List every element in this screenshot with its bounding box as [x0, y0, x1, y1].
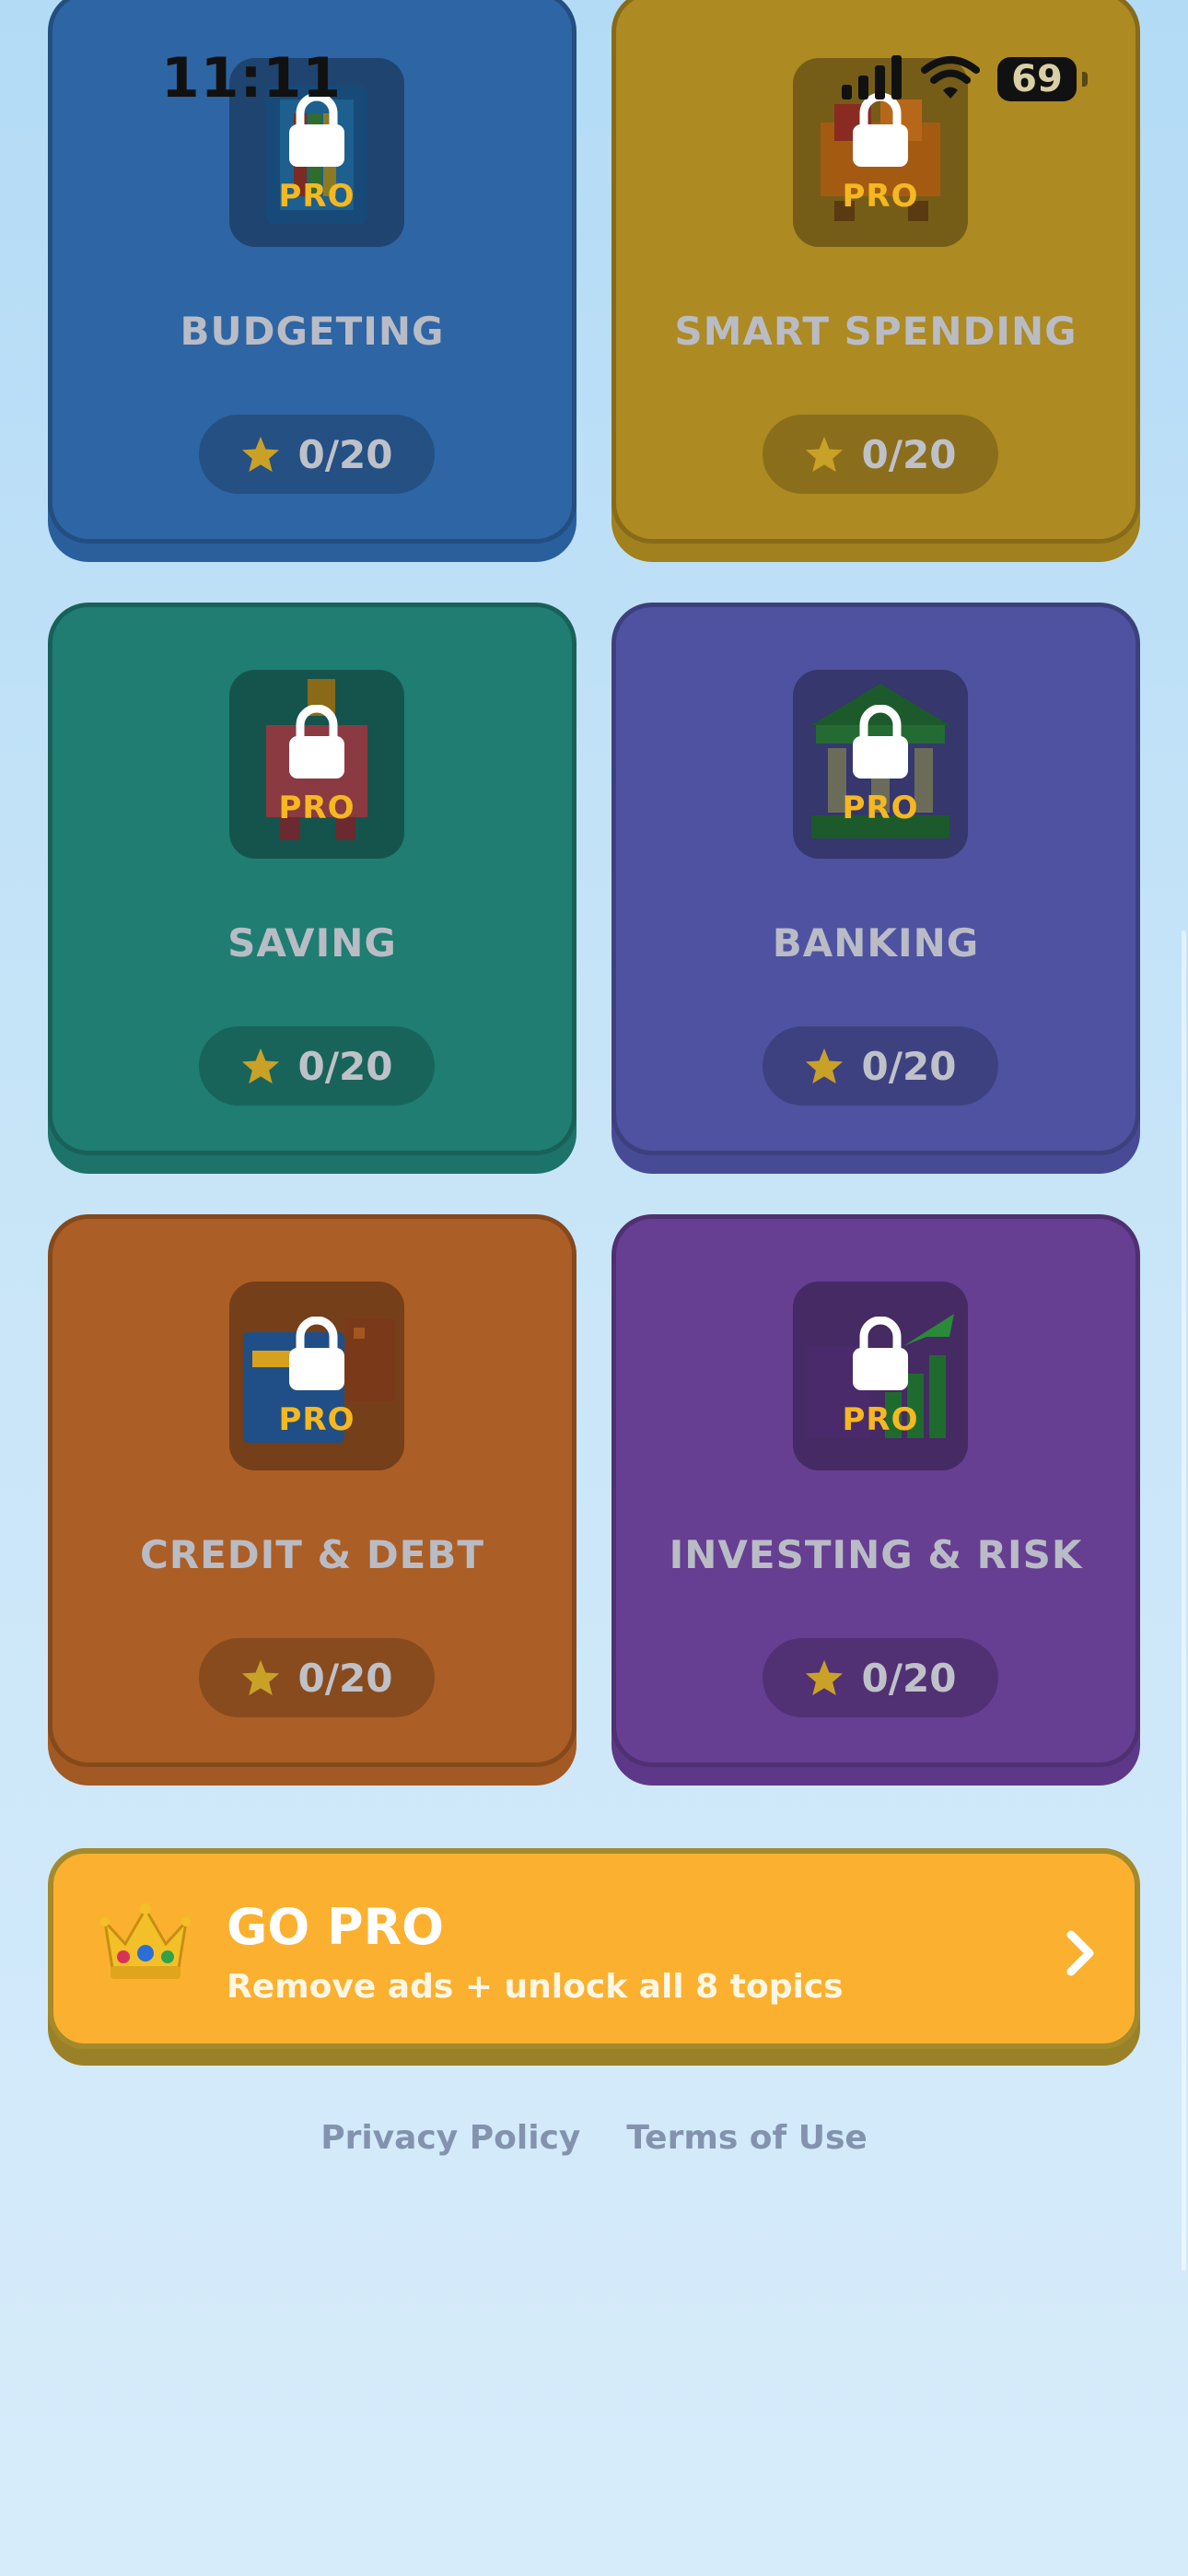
score-pill: 0/20 [199, 1638, 435, 1717]
chevron-right-icon [1066, 1930, 1094, 1976]
score-pill: 0/20 [763, 1638, 998, 1717]
pro-badge: PRO [842, 790, 919, 826]
pro-badge: PRO [278, 1401, 355, 1438]
star-icon [806, 436, 844, 473]
crown-icon [100, 1903, 191, 1979]
star-icon [806, 1048, 844, 1084]
topic-card-credit-debt[interactable]: PRO CREDIT & DEBT 0/20 [48, 1214, 577, 1767]
pro-badge: PRO [842, 1401, 919, 1438]
topic-title: CREDIT & DEBT [139, 1532, 485, 1577]
terms-of-use-link[interactable]: Terms of Use [626, 2119, 867, 2157]
lock-icon [853, 705, 908, 779]
topic-image: PRO [229, 58, 404, 247]
topic-image: PRO [229, 670, 404, 859]
star-icon [242, 1659, 280, 1696]
star-icon [806, 1659, 844, 1696]
privacy-policy-link[interactable]: Privacy Policy [320, 2119, 580, 2157]
pro-badge: PRO [278, 790, 355, 826]
score-value: 0/20 [297, 1655, 393, 1701]
score-pill: 0/20 [199, 1026, 435, 1106]
topic-card-budgeting[interactable]: PRO BUDGETING 0/20 [48, 0, 577, 544]
lock-icon [289, 705, 344, 779]
scrollbar[interactable] [1182, 931, 1186, 2271]
score-value: 0/20 [297, 431, 393, 477]
topic-card-investing-risk[interactable]: PRO INVESTING & RISK 0/20 [611, 1214, 1140, 1767]
topic-card-banking[interactable]: PRO BANKING 0/20 [611, 603, 1140, 1155]
score-pill: 0/20 [763, 1026, 998, 1106]
topic-image: PRO [229, 1282, 404, 1470]
lock-icon [289, 93, 344, 167]
topic-image: PRO [793, 670, 968, 859]
score-pill: 0/20 [763, 415, 998, 494]
topic-card-smart-spending[interactable]: PRO SMART SPENDING 0/20 [611, 0, 1140, 544]
star-icon [242, 436, 280, 473]
topic-title: BUDGETING [180, 309, 445, 354]
score-value: 0/20 [861, 1655, 957, 1701]
go-pro-button[interactable]: GO PRO Remove ads + unlock all 8 topics [48, 1848, 1140, 2049]
star-icon [242, 1048, 280, 1084]
lock-icon [853, 93, 908, 167]
topic-title: BANKING [772, 920, 980, 966]
lock-icon [289, 1317, 344, 1390]
topic-image: PRO [793, 58, 968, 247]
pro-badge: PRO [842, 178, 919, 215]
go-pro-subtitle: Remove ads + unlock all 8 topics [227, 1968, 844, 2006]
topic-card-saving[interactable]: PRO SAVING 0/20 [48, 603, 577, 1155]
topic-title: INVESTING & RISK [669, 1532, 1083, 1577]
score-value: 0/20 [297, 1043, 393, 1089]
topic-title: SAVING [227, 920, 397, 966]
lock-icon [853, 1317, 908, 1390]
score-pill: 0/20 [199, 415, 435, 494]
go-pro-title: GO PRO [227, 1898, 445, 1956]
score-value: 0/20 [861, 1043, 957, 1089]
topic-image: PRO [793, 1282, 968, 1470]
topic-title: SMART SPENDING [674, 309, 1077, 354]
score-value: 0/20 [861, 431, 957, 477]
pro-badge: PRO [278, 178, 355, 215]
footer-links: Privacy Policy Terms of Use [0, 2119, 1188, 2157]
